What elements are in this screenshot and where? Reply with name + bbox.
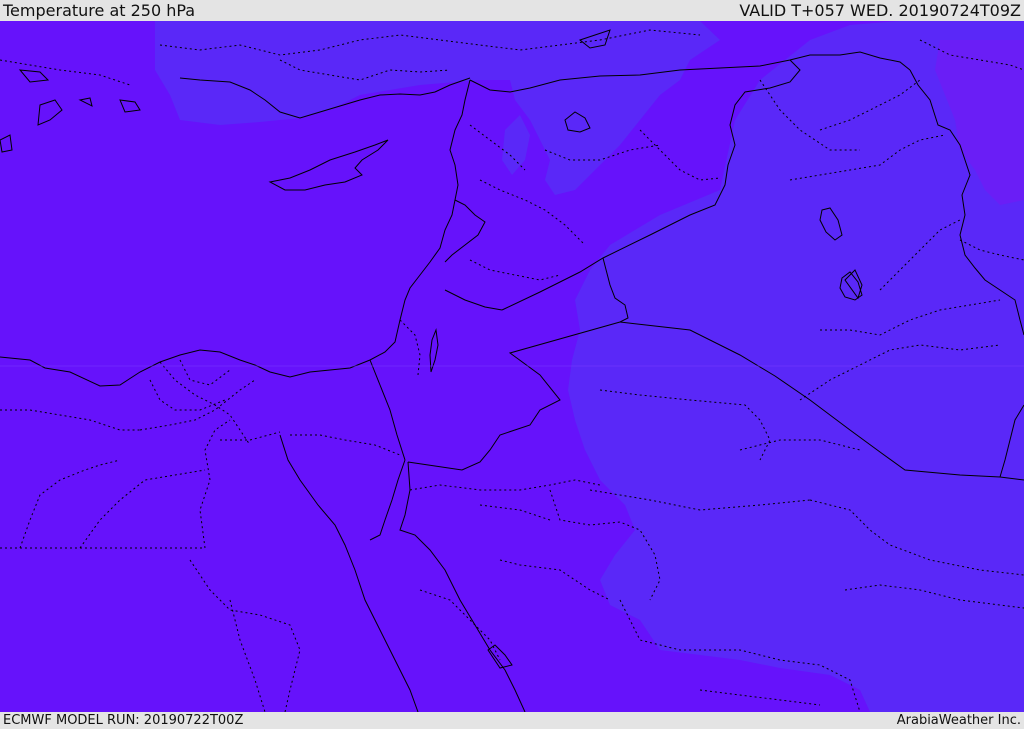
model-run-label: ECMWF MODEL RUN: 20190722T00Z xyxy=(3,713,244,728)
valid-time-label: VALID T+057 WED. 20190724T09Z xyxy=(739,1,1021,20)
weather-map[interactable] xyxy=(0,21,1024,712)
credit-label: ArabiaWeather Inc. xyxy=(896,713,1021,728)
map-svg xyxy=(0,21,1024,712)
map-title: Temperature at 250 hPa xyxy=(3,1,196,20)
footer-bar: ECMWF MODEL RUN: 20190722T00Z ArabiaWeat… xyxy=(0,712,1024,729)
header-bar: Temperature at 250 hPa VALID T+057 WED. … xyxy=(0,0,1024,21)
